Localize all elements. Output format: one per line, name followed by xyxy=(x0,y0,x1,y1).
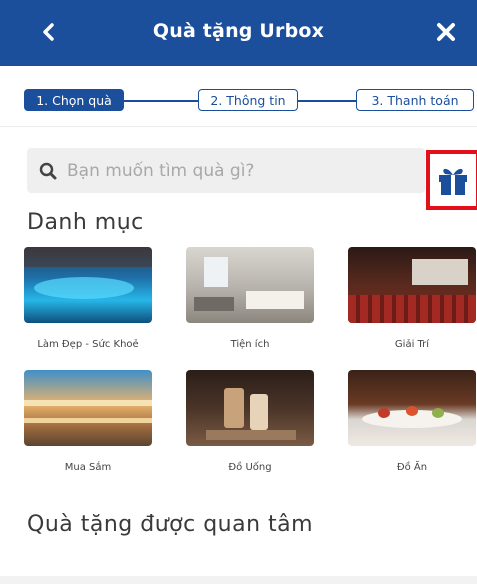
category-utilities[interactable]: Tiện ích xyxy=(186,247,314,350)
page-title: Quà tặng Urbox xyxy=(152,20,325,42)
category-shopping[interactable]: Mua Sắm xyxy=(24,370,152,473)
category-beauty-health[interactable]: Làm Đẹp - Sức Khoẻ xyxy=(24,247,152,350)
step-choose-gift[interactable]: 1. Chọn quà xyxy=(24,89,124,111)
spa-pool-photo xyxy=(24,247,152,323)
close-icon xyxy=(437,23,455,41)
category-entertainment[interactable]: Giải Trí xyxy=(348,247,476,350)
search-bar[interactable] xyxy=(27,148,425,193)
category-drinks[interactable]: Đồ Uống xyxy=(186,370,314,473)
categories-title: Danh mục xyxy=(27,210,144,235)
hotel-room-photo xyxy=(186,247,314,323)
cinema-photo xyxy=(348,247,476,323)
category-food[interactable]: Đồ Ăn xyxy=(348,370,476,473)
gift-button[interactable] xyxy=(426,150,477,210)
food-plate-photo xyxy=(348,370,476,446)
search-icon xyxy=(39,162,57,179)
search-input[interactable] xyxy=(65,159,389,182)
category-label: Mua Sắm xyxy=(64,462,112,473)
step-payment[interactable]: 3. Thanh toán xyxy=(356,89,474,111)
gift-icon xyxy=(439,168,467,195)
step-information[interactable]: 2. Thông tin xyxy=(198,89,298,111)
shopping-mall-photo xyxy=(24,370,152,446)
close-button[interactable] xyxy=(426,12,466,52)
category-label: Giải Trí xyxy=(394,339,430,350)
category-label: Đồ Uống xyxy=(228,462,272,473)
category-label: Tiện ích xyxy=(230,339,270,350)
coffee-drinks-photo xyxy=(186,370,314,446)
step-connector xyxy=(298,100,356,102)
category-label: Đồ Ăn xyxy=(396,462,428,473)
content-divider xyxy=(0,576,477,584)
category-label: Làm Đẹp - Sức Khoẻ xyxy=(37,339,139,350)
step-connector xyxy=(124,100,198,102)
featured-gifts-title: Quà tặng được quan tâm xyxy=(27,512,314,537)
app-header: Quà tặng Urbox xyxy=(0,0,477,66)
